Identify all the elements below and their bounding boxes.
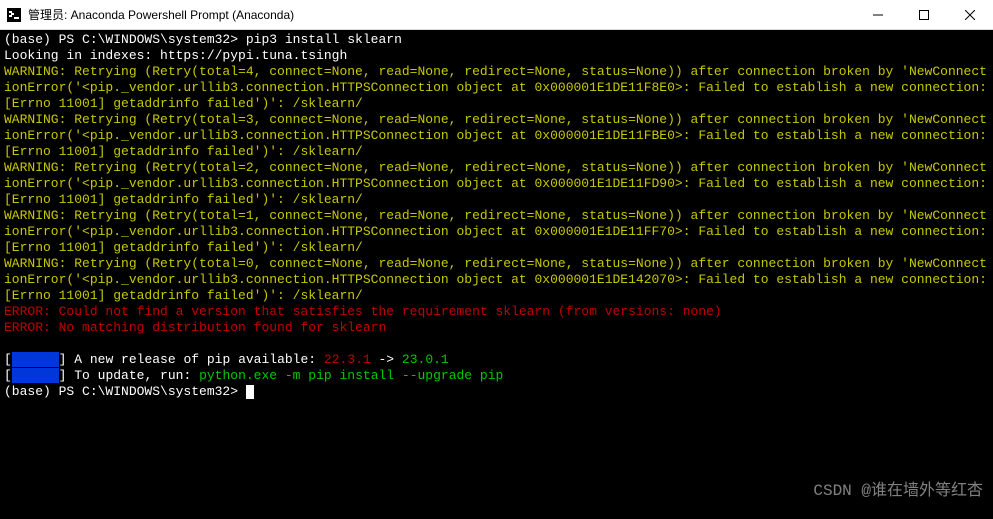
- terminal-area[interactable]: (base) PS C:\WINDOWS\system32> pip3 inst…: [0, 30, 993, 519]
- command-text: pip3 install sklearn: [246, 32, 402, 47]
- notice-line-1: [notice] A new release of pip available:…: [4, 352, 989, 368]
- cursor: [246, 385, 254, 399]
- app-icon: [6, 7, 22, 23]
- warning-line: WARNING: Retrying (Retry(total=0, connec…: [4, 256, 989, 304]
- warning-line: WARNING: Retrying (Retry(total=2, connec…: [4, 160, 989, 208]
- notice-line-2: [notice] To update, run: python.exe -m p…: [4, 368, 989, 384]
- titlebar: 管理员: Anaconda Powershell Prompt (Anacond…: [0, 0, 993, 30]
- watermark: CSDN @谁在墙外等红杏: [813, 483, 983, 499]
- error-line: ERROR: No matching distribution found fo…: [4, 320, 989, 336]
- error-line: ERROR: Could not find a version that sat…: [4, 304, 989, 320]
- prompt-text: (base) PS C:\WINDOWS\system32>: [4, 32, 246, 47]
- warning-line: WARNING: Retrying (Retry(total=1, connec…: [4, 208, 989, 256]
- prompt-line-2: (base) PS C:\WINDOWS\system32>: [4, 384, 989, 400]
- minimize-button[interactable]: [855, 0, 901, 30]
- warning-line: WARNING: Retrying (Retry(total=3, connec…: [4, 112, 989, 160]
- warning-line: WARNING: Retrying (Retry(total=4, connec…: [4, 64, 989, 112]
- close-button[interactable]: [947, 0, 993, 30]
- blank-line: [4, 336, 989, 352]
- prompt-text: (base) PS C:\WINDOWS\system32>: [4, 384, 246, 399]
- notice-badge: notice: [12, 368, 59, 383]
- prompt-line-1: (base) PS C:\WINDOWS\system32> pip3 inst…: [4, 32, 989, 48]
- window-frame: 管理员: Anaconda Powershell Prompt (Anacond…: [0, 0, 993, 519]
- notice-badge: notice: [12, 352, 59, 367]
- maximize-button[interactable]: [901, 0, 947, 30]
- window-title: 管理员: Anaconda Powershell Prompt (Anacond…: [28, 6, 855, 23]
- output-looking: Looking in indexes: https://pypi.tuna.ts…: [4, 48, 989, 64]
